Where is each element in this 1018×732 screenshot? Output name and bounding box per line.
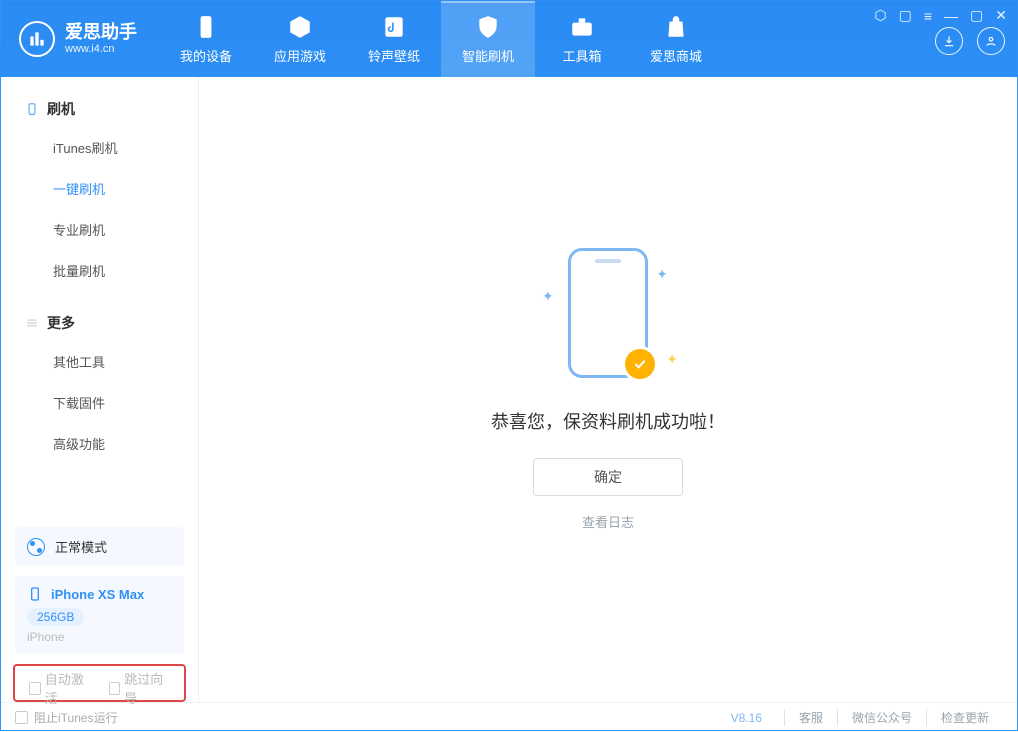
logo-icon (19, 21, 55, 57)
ok-button[interactable]: 确定 (533, 458, 683, 496)
nav-ringtone[interactable]: 铃声壁纸 (347, 1, 441, 77)
window-controls-row1: ⬡ ▢ ≡ — ▢ ✕ (874, 7, 1007, 24)
feedback-icon[interactable]: ▢ (899, 7, 912, 24)
success-illustration: ✦ ✦ ✦ (568, 248, 648, 378)
footer-block-itunes[interactable]: 阻止iTunes运行 (15, 709, 118, 726)
sidebar-head-more: 更多 (1, 305, 198, 341)
menu-icon[interactable]: ≡ (924, 7, 932, 24)
footer-update[interactable]: 检查更新 (926, 709, 1003, 726)
top-nav: 我的设备 应用游戏 铃声壁纸 智能刷机 工具箱 爱思商城 (159, 1, 723, 77)
nav-apps[interactable]: 应用游戏 (253, 1, 347, 77)
nav-mall[interactable]: 爱思商城 (629, 1, 723, 77)
sidebar-item-itunes[interactable]: iTunes刷机 (1, 127, 198, 168)
checkbox-icon[interactable] (15, 711, 28, 724)
device-capacity: 256GB (27, 608, 84, 626)
spark-icon: ✦ (656, 266, 668, 283)
opt-skip-guide[interactable]: 跳过向导 (109, 669, 171, 707)
sidebar-item-pro[interactable]: 专业刷机 (1, 209, 198, 250)
briefcase-icon (569, 14, 595, 40)
shield-icon (475, 14, 501, 40)
titlebar: 爱思助手 www.i4.cn 我的设备 应用游戏 铃声壁纸 智能刷机 工具箱 爱… (1, 1, 1017, 77)
download-button[interactable] (935, 27, 963, 55)
checkbox-icon[interactable] (109, 682, 121, 695)
device-type: iPhone (27, 630, 172, 644)
spark-icon: ✦ (542, 288, 554, 305)
sidebar-item-batch[interactable]: 批量刷机 (1, 250, 198, 291)
phone-icon (193, 14, 219, 40)
mode-label: 正常模式 (55, 537, 107, 556)
checkbox-icon[interactable] (29, 682, 41, 695)
app-url: www.i4.cn (65, 43, 137, 55)
nav-toolbox[interactable]: 工具箱 (535, 1, 629, 77)
view-log-link[interactable]: 查看日志 (582, 512, 634, 531)
sidebar-item-oneclick[interactable]: 一键刷机 (1, 168, 198, 209)
sidebar: 刷机 iTunes刷机 一键刷机 专业刷机 批量刷机 更多 其他工具 下载固件 … (1, 77, 199, 702)
maximize-icon[interactable]: ▢ (970, 7, 983, 24)
bag-icon (663, 14, 689, 40)
footer-support[interactable]: 客服 (784, 709, 837, 726)
phone-outline-icon (25, 102, 39, 116)
cube-icon (287, 14, 313, 40)
account-button[interactable] (977, 27, 1005, 55)
version-label: V8.16 (731, 711, 762, 725)
success-message: 恭喜您，保资料刷机成功啦！ (491, 408, 725, 434)
device-name: iPhone XS Max (51, 587, 144, 602)
sidebar-item-advanced[interactable]: 高级功能 (1, 423, 198, 464)
list-icon (25, 316, 39, 330)
options-row: 自动激活 跳过向导 (13, 664, 186, 702)
nav-my-device[interactable]: 我的设备 (159, 1, 253, 77)
content: ✦ ✦ ✦ 恭喜您，保资料刷机成功啦！ 确定 查看日志 (199, 77, 1017, 702)
opt-auto-activate[interactable]: 自动激活 (29, 669, 91, 707)
spark-icon: ✦ (666, 351, 678, 368)
sidebar-head-flash: 刷机 (1, 91, 198, 127)
music-icon (381, 14, 407, 40)
mode-box[interactable]: 正常模式 (15, 527, 184, 566)
minimize-icon[interactable]: — (944, 7, 958, 24)
success-badge (622, 346, 658, 382)
footer-wechat[interactable]: 微信公众号 (837, 709, 926, 726)
sidebar-item-firmware[interactable]: 下载固件 (1, 382, 198, 423)
sidebar-item-other[interactable]: 其他工具 (1, 341, 198, 382)
close-icon[interactable]: ✕ (995, 7, 1007, 24)
tshirt-icon[interactable]: ⬡ (874, 7, 886, 24)
device-phone-icon (27, 586, 43, 602)
app-name: 爱思助手 (65, 23, 137, 43)
nav-flash[interactable]: 智能刷机 (441, 1, 535, 77)
main: 刷机 iTunes刷机 一键刷机 专业刷机 批量刷机 更多 其他工具 下载固件 … (1, 77, 1017, 702)
app-logo[interactable]: 爱思助手 www.i4.cn (1, 21, 159, 57)
mode-icon (27, 538, 45, 556)
device-box[interactable]: iPhone XS Max 256GB iPhone (15, 576, 184, 654)
window-controls-row2 (935, 27, 1005, 55)
